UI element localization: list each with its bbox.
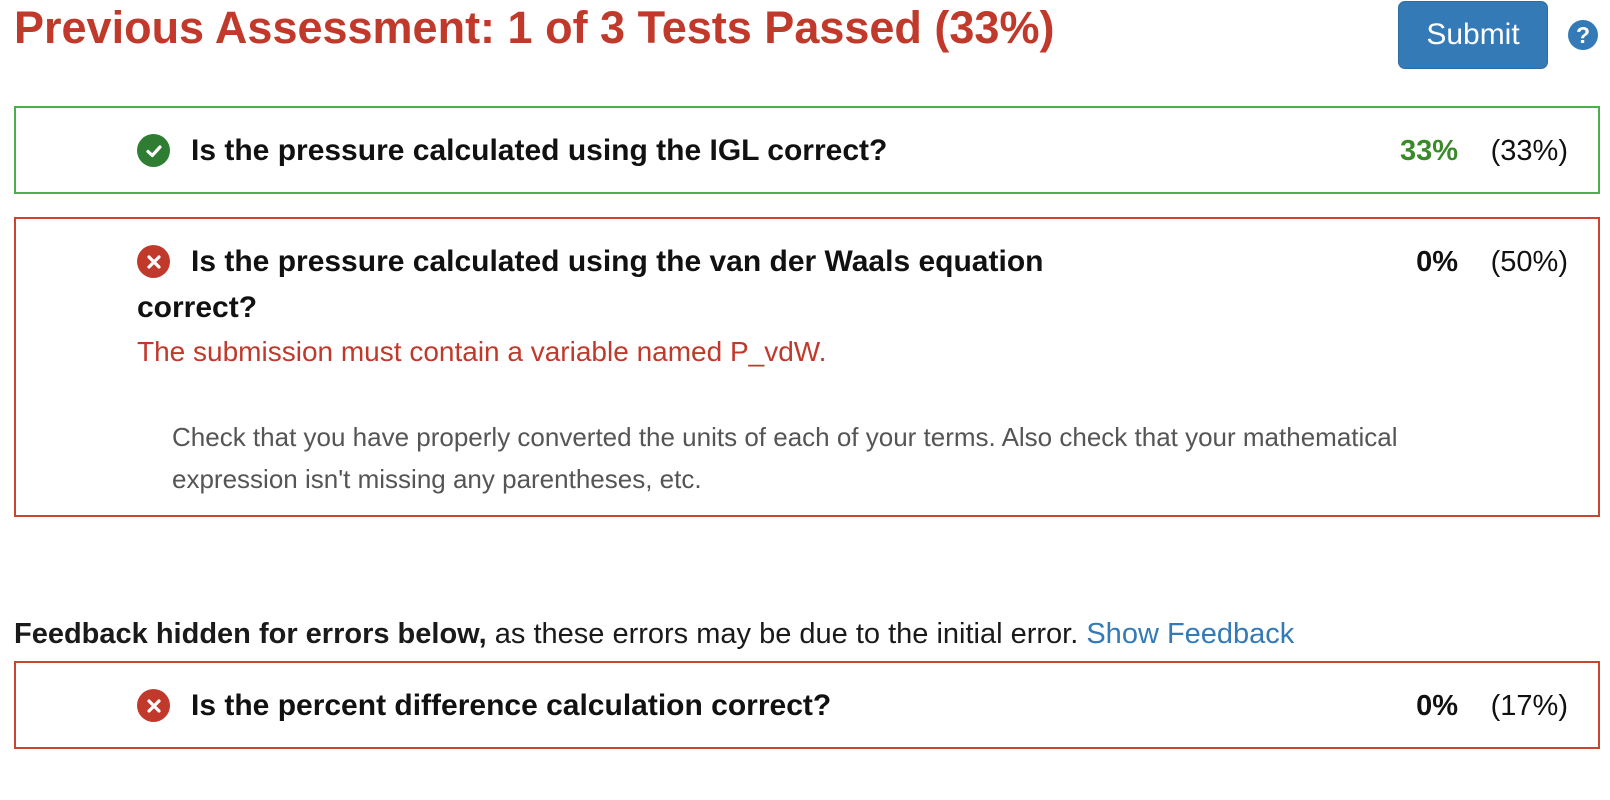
test-weight: (33%): [1490, 135, 1568, 167]
test-result-percent-difference: Is the percent difference calculation co…: [14, 661, 1600, 749]
test-score: 0%: [1416, 690, 1458, 722]
feedback-text: Check that you have properly converted t…: [172, 422, 1398, 494]
error-message: The submission must contain a variable n…: [137, 336, 827, 367]
help-icon[interactable]: ?: [1568, 20, 1598, 50]
test-result-igl: Is the pressure calculated using the IGL…: [14, 106, 1600, 194]
submit-button[interactable]: Submit: [1398, 1, 1548, 69]
hidden-feedback-text: as these errors may be due to the initia…: [486, 618, 1087, 650]
test-score: 0%: [1416, 246, 1458, 278]
test-question: Is the percent difference calculation co…: [191, 689, 832, 722]
test-score: 33%: [1399, 135, 1458, 167]
test-result-vdw: Is the pressure calculated using the van…: [14, 217, 1600, 517]
test-weight: (50%): [1490, 246, 1568, 278]
show-feedback-link[interactable]: Show Feedback: [1086, 618, 1294, 650]
assessment-title: Previous Assessment: 1 of 3 Tests Passed…: [14, 2, 1055, 53]
test-question: Is the pressure calculated using the van…: [137, 245, 1044, 324]
test-question: Is the pressure calculated using the IGL…: [191, 134, 888, 167]
hidden-feedback-bold: Feedback hidden for errors below,: [14, 618, 487, 650]
test-weight: (17%): [1490, 690, 1568, 722]
hidden-feedback-notice: Feedback hidden for errors below, as the…: [14, 614, 1294, 654]
